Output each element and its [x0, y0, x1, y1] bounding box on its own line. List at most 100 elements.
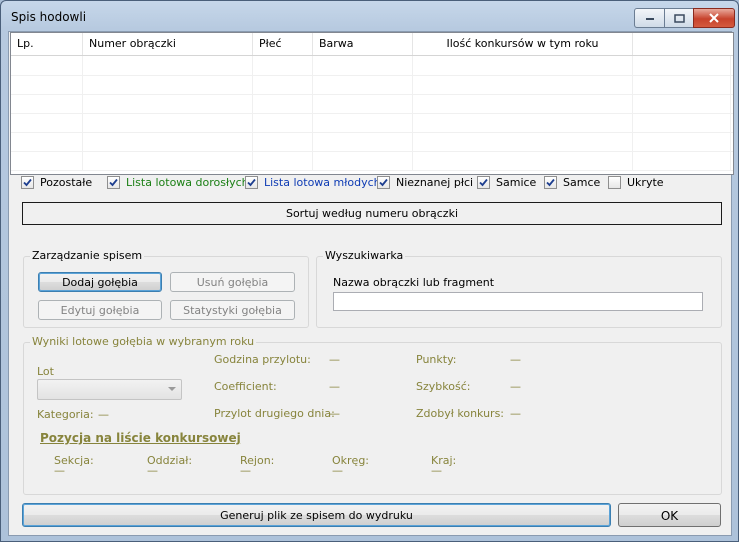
- filter-label: Pozostałe: [40, 176, 93, 189]
- filter-pozostale[interactable]: Pozostałe: [21, 176, 92, 189]
- table-cell[interactable]: [253, 94, 313, 113]
- kategoria-label: Kategoria:: [37, 408, 94, 421]
- table-row[interactable]: [11, 151, 733, 171]
- checkbox[interactable]: [107, 176, 120, 189]
- edit-pigeon-button[interactable]: Edytuj gołębia: [38, 300, 162, 320]
- sekcja-value: —: [54, 464, 65, 477]
- table-cell[interactable]: [11, 94, 83, 113]
- table-cell[interactable]: [83, 151, 253, 170]
- checkbox[interactable]: [477, 176, 490, 189]
- ok-button[interactable]: OK: [618, 503, 721, 527]
- table-cell[interactable]: [633, 94, 731, 113]
- table-cell[interactable]: [313, 56, 413, 75]
- table-cell[interactable]: [11, 113, 83, 132]
- zdobyl-konkurs-value: —: [510, 407, 521, 420]
- table-header: Lp. Numer obrączki Płeć Barwa Ilość konk…: [11, 33, 733, 56]
- minimize-icon: [645, 18, 654, 20]
- godzina-value: —: [329, 353, 340, 366]
- add-pigeon-button[interactable]: Dodaj gołębia: [38, 272, 162, 292]
- table-cell[interactable]: [11, 151, 83, 170]
- table-cell[interactable]: [633, 151, 731, 170]
- manage-group: Zarządzanie spisem Dodaj gołębia Usuń go…: [23, 249, 309, 328]
- lot-dropdown[interactable]: [37, 379, 182, 400]
- table-cell[interactable]: [83, 56, 253, 75]
- checkbox[interactable]: [245, 176, 258, 189]
- table-cell[interactable]: [413, 151, 633, 170]
- table-cell[interactable]: [633, 75, 731, 94]
- filter-samce[interactable]: Samce: [544, 176, 600, 189]
- zdobyl-konkurs-label: Zdobył konkurs:: [416, 407, 505, 420]
- sort-button[interactable]: Sortuj według numeru obrączki: [22, 202, 722, 225]
- kraj-value: —: [431, 464, 442, 477]
- table-cell[interactable]: [413, 75, 633, 94]
- title-bar[interactable]: Spis hodowli: [1, 1, 738, 31]
- table-cell[interactable]: [253, 132, 313, 151]
- table-cell[interactable]: [11, 132, 83, 151]
- table-row[interactable]: [11, 132, 733, 152]
- table-row[interactable]: [11, 75, 733, 95]
- table-cell[interactable]: [83, 132, 253, 151]
- filter-samice[interactable]: Samice: [477, 176, 536, 189]
- checkbox[interactable]: [544, 176, 557, 189]
- table-row[interactable]: [11, 94, 733, 114]
- table-cell[interactable]: [83, 75, 253, 94]
- table-cell[interactable]: [413, 113, 633, 132]
- filter-label: Samce: [563, 176, 601, 189]
- table-cell[interactable]: [633, 56, 731, 75]
- checkbox[interactable]: [608, 176, 621, 189]
- kategoria-value: —: [98, 408, 109, 421]
- column-header-ilosc[interactable]: Ilość konkursów w tym roku: [413, 33, 633, 55]
- pigeon-stats-button[interactable]: Statystyki gołębia: [170, 300, 295, 320]
- column-header-barwa[interactable]: Barwa: [313, 33, 413, 55]
- table-cell[interactable]: [313, 113, 413, 132]
- table-row[interactable]: [11, 56, 733, 76]
- checkmark-icon: [109, 178, 118, 187]
- checkbox[interactable]: [377, 176, 390, 189]
- column-header-numer[interactable]: Numer obrączki: [83, 33, 253, 55]
- table-cell[interactable]: [11, 75, 83, 94]
- szybkosc-value: —: [510, 380, 521, 393]
- table-cell[interactable]: [633, 132, 731, 151]
- maximize-button[interactable]: [664, 8, 694, 28]
- filter-nieznanej-plci[interactable]: Nieznanej płci: [377, 176, 473, 189]
- results-group-title: Wyniki lotowe gołębia w wybranym roku: [30, 335, 257, 348]
- table-cell[interactable]: [253, 113, 313, 132]
- checkmark-icon: [546, 178, 555, 187]
- table-cell[interactable]: [11, 56, 83, 75]
- table-cell[interactable]: [313, 75, 413, 94]
- manage-group-title: Zarządzanie spisem: [30, 249, 145, 262]
- filter-label: Ukryte: [627, 176, 664, 189]
- godzina-label: Godzina przylotu:: [214, 353, 311, 366]
- client-area: Lp. Numer obrączki Płeć Barwa Ilość konk…: [8, 31, 734, 536]
- minimize-button[interactable]: [634, 8, 665, 28]
- table-cell[interactable]: [313, 94, 413, 113]
- generate-print-file-button[interactable]: Generuj plik ze spisem do wydruku: [22, 503, 611, 527]
- filter-lista-mlodych[interactable]: Lista lotowa młodych: [245, 176, 381, 189]
- table-cell[interactable]: [253, 151, 313, 170]
- filter-ukryte[interactable]: Ukryte: [608, 176, 664, 189]
- table-cell[interactable]: [313, 132, 413, 151]
- pigeon-table[interactable]: Lp. Numer obrączki Płeć Barwa Ilość konk…: [10, 32, 734, 175]
- remove-pigeon-button[interactable]: Usuń gołębia: [170, 272, 295, 292]
- table-cell[interactable]: [253, 56, 313, 75]
- przylot-drugiego-value: —: [329, 407, 340, 420]
- coefficient-value: —: [329, 380, 340, 393]
- close-button[interactable]: [693, 8, 735, 28]
- main-window: Spis hodowli Lp. Numer obrączki Płeć Bar…: [0, 0, 739, 542]
- table-cell[interactable]: [83, 94, 253, 113]
- search-input[interactable]: [333, 292, 703, 311]
- table-row[interactable]: [11, 113, 733, 133]
- table-cell[interactable]: [313, 151, 413, 170]
- column-header-plec[interactable]: Płeć: [253, 33, 313, 55]
- table-cell[interactable]: [413, 132, 633, 151]
- checkbox[interactable]: [21, 176, 34, 189]
- checkmark-icon: [247, 178, 256, 187]
- table-cell[interactable]: [633, 113, 731, 132]
- column-header-extra[interactable]: [633, 33, 731, 55]
- column-header-lp[interactable]: Lp.: [11, 33, 83, 55]
- table-cell[interactable]: [413, 56, 633, 75]
- table-cell[interactable]: [83, 113, 253, 132]
- table-cell[interactable]: [253, 75, 313, 94]
- table-cell[interactable]: [413, 94, 633, 113]
- filter-lista-doroslych[interactable]: Lista lotowa dorosłych: [107, 176, 249, 189]
